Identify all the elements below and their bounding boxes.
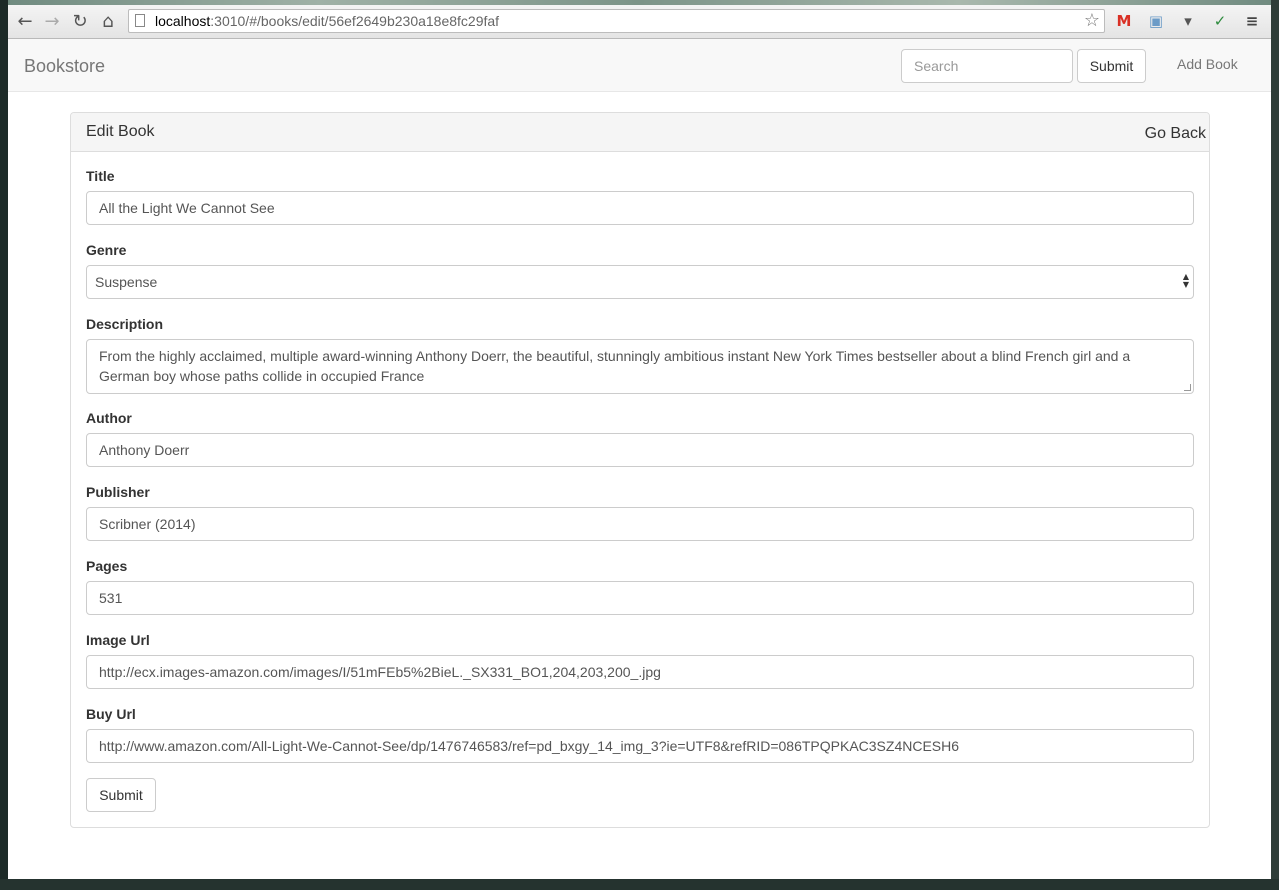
genre-select[interactable]: Suspense ▲ ▼	[86, 265, 1194, 299]
gmail-icon[interactable]: M	[1114, 11, 1134, 31]
pocket-icon[interactable]: ▾	[1178, 11, 1198, 31]
desktop-background-right	[1271, 0, 1279, 890]
publisher-field[interactable]: Scribner (2014)	[86, 507, 1194, 541]
genre-selected-value: Suspense	[95, 274, 158, 290]
url-host: localhost	[155, 13, 211, 29]
author-label: Author	[86, 410, 132, 426]
brand-link[interactable]: Bookstore	[24, 56, 105, 77]
title-field[interactable]: All the Light We Cannot See	[86, 191, 1194, 225]
terminal-background	[0, 0, 8, 890]
edit-book-panel: Edit Book Go Back Title All the Light We…	[70, 112, 1210, 828]
desktop-background-bottom	[0, 879, 1279, 890]
address-bar[interactable]: localhost:3010/#/books/edit/56ef2649b230…	[128, 9, 1105, 33]
resize-grip-icon[interactable]	[1184, 384, 1191, 391]
home-icon[interactable]: ⌂	[96, 9, 120, 33]
search-input[interactable]	[901, 49, 1073, 83]
search-submit-button[interactable]: Submit	[1077, 49, 1146, 83]
go-back-link[interactable]: Go Back	[1145, 125, 1209, 143]
submit-button[interactable]: Submit	[86, 778, 156, 812]
publisher-label: Publisher	[86, 484, 150, 500]
check-icon[interactable]: ✓	[1210, 11, 1230, 31]
reload-icon[interactable]: ↻	[68, 9, 92, 33]
buy-url-field[interactable]: http://www.amazon.com/All-Light-We-Canno…	[86, 729, 1194, 763]
panel-heading: Edit Book Go Back	[71, 113, 1209, 152]
select-arrows-icon: ▲ ▼	[1182, 272, 1189, 289]
description-textarea[interactable]: From the highly acclaimed, multiple awar…	[86, 339, 1194, 394]
camera-icon[interactable]: ▣	[1146, 11, 1166, 31]
url-text[interactable]: localhost:3010/#/books/edit/56ef2649b230…	[155, 13, 499, 29]
description-label: Description	[86, 316, 164, 332]
image-url-field[interactable]: http://ecx.images-amazon.com/images/I/51…	[86, 655, 1194, 689]
image-url-label: Image Url	[86, 632, 150, 648]
star-icon[interactable]: ☆	[1084, 10, 1100, 31]
menu-icon[interactable]: ≡	[1242, 11, 1262, 31]
pages-label: Pages	[86, 558, 128, 574]
pages-field[interactable]: 531	[86, 581, 1194, 615]
description-text: From the highly acclaimed, multiple awar…	[99, 348, 1131, 384]
browser-toolbar: ← → ↻ ⌂ localhost:3010/#/books/edit/56ef…	[8, 5, 1271, 39]
title-label: Title	[86, 168, 115, 184]
buy-url-label: Buy Url	[86, 706, 136, 722]
navbar: Bookstore Submit Add Book	[8, 39, 1271, 92]
genre-label: Genre	[86, 242, 127, 258]
page-icon	[135, 14, 145, 27]
arrow-right-icon[interactable]: →	[40, 9, 64, 33]
browser-window: ← → ↻ ⌂ localhost:3010/#/books/edit/56ef…	[8, 5, 1271, 879]
arrow-left-icon[interactable]: ←	[13, 9, 37, 33]
author-field[interactable]: Anthony Doerr	[86, 433, 1194, 467]
go-back-label[interactable]: Go Back	[1145, 125, 1209, 142]
panel-title: Edit Book	[86, 123, 155, 140]
url-path: :3010/#/books/edit/56ef2649b230a18e8fc29…	[210, 13, 500, 29]
add-book-link[interactable]: Add Book	[1177, 56, 1238, 72]
